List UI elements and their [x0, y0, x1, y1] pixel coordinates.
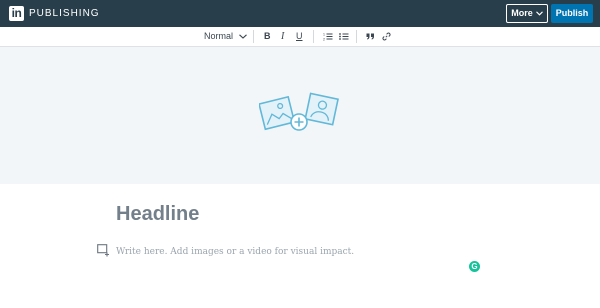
italic-button[interactable]: I: [281, 27, 284, 46]
toolbar-divider: [253, 30, 254, 43]
publishing-label: PUBLISHING: [29, 8, 100, 19]
numbered-list-icon: 1 2: [323, 33, 333, 42]
add-image-icon[interactable]: [259, 92, 341, 140]
cover-image-area[interactable]: [0, 47, 600, 184]
more-button-label: More: [511, 8, 533, 18]
bold-button[interactable]: B: [264, 27, 271, 46]
bulleted-list-button[interactable]: [339, 27, 349, 46]
top-nav-bar: in PUBLISHING More Publish: [0, 0, 600, 27]
toolbar-divider: [313, 30, 314, 43]
toolbar-divider: [356, 30, 357, 43]
link-icon: [382, 32, 391, 41]
linkedin-logo[interactable]: in: [9, 6, 24, 21]
formatting-toolbar: Normal B I U 1 2: [0, 27, 600, 47]
text-style-value: Normal: [204, 31, 234, 41]
publish-button[interactable]: Publish: [551, 4, 593, 23]
bulleted-list-icon: [339, 33, 349, 41]
svg-text:2: 2: [323, 38, 325, 42]
insert-media-icon[interactable]: [97, 244, 110, 257]
more-button[interactable]: More: [506, 4, 548, 23]
text-style-dropdown[interactable]: Normal: [204, 27, 247, 46]
chevron-down-icon: [238, 34, 247, 39]
chevron-down-icon: [535, 11, 543, 16]
numbered-list-button[interactable]: 1 2: [323, 27, 333, 46]
svg-text:1: 1: [323, 33, 325, 37]
quote-icon: [366, 33, 374, 40]
grammarly-icon[interactable]: G: [469, 261, 480, 272]
article-body-input[interactable]: Write here. Add images or a video for vi…: [116, 246, 354, 258]
underline-button[interactable]: U: [296, 27, 303, 46]
headline-input[interactable]: Headline: [116, 202, 199, 226]
quote-button[interactable]: [366, 27, 375, 46]
link-button[interactable]: [382, 27, 391, 46]
